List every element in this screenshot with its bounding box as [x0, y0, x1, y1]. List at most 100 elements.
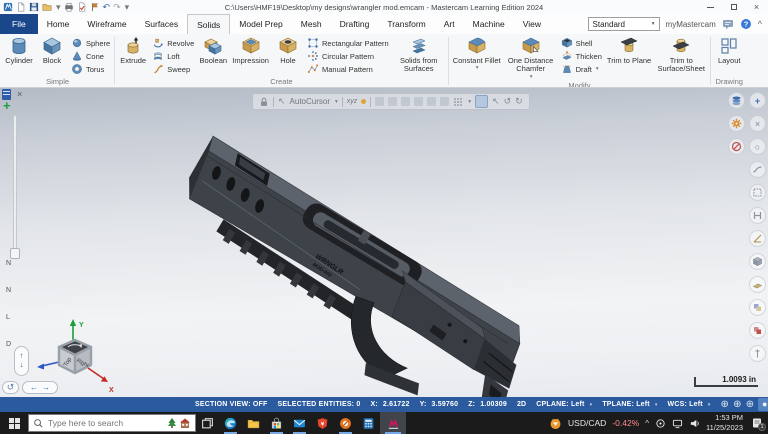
- brave-icon[interactable]: [311, 412, 334, 434]
- undo-icon[interactable]: ↶: [103, 2, 111, 12]
- blank-entity-button[interactable]: [728, 138, 745, 155]
- store-icon[interactable]: [265, 412, 288, 434]
- boolean-button[interactable]: Boolean: [197, 35, 229, 65]
- open-dropdown-caret[interactable]: ▾: [56, 2, 61, 12]
- constant-fillet-button[interactable]: Constant Fillet▾: [451, 35, 503, 72]
- impression-button[interactable]: Impression: [230, 35, 271, 65]
- tab-transform[interactable]: Transform: [378, 14, 434, 34]
- wireframe-globe-icon[interactable]: ⊕: [721, 400, 730, 410]
- handle-button[interactable]: [749, 207, 766, 224]
- selection-tool-icon[interactable]: [440, 97, 449, 106]
- iso-cube-button[interactable]: [749, 253, 766, 270]
- xyz-entry-button[interactable]: xyz: [347, 98, 358, 105]
- tab-file[interactable]: File: [0, 14, 38, 34]
- ticker-pair[interactable]: USD/CAD: [568, 418, 606, 428]
- thicken-button[interactable]: Thicken: [559, 50, 604, 62]
- layers-button[interactable]: [728, 92, 745, 109]
- pan-cursor-icon[interactable]: ↖: [492, 97, 500, 106]
- draft-button[interactable]: Draft▾: [559, 63, 604, 75]
- trim-to-surface-button[interactable]: Trim to Surface/Sheet: [654, 35, 708, 74]
- selection-tool-icon[interactable]: [388, 97, 397, 106]
- rotate-view-control[interactable]: ↺: [2, 381, 19, 394]
- block-button[interactable]: Block: [36, 35, 68, 65]
- cut-button[interactable]: ×: [749, 115, 766, 132]
- section-view-status[interactable]: SECTION VIEW: OFF: [195, 401, 268, 408]
- style-preset-combo[interactable]: Standard▾: [588, 17, 660, 31]
- hidden-icons-chevron[interactable]: ^: [645, 419, 649, 428]
- tab-mesh[interactable]: Mesh: [292, 14, 331, 34]
- help-icon[interactable]: ?: [740, 18, 752, 30]
- fast-point-icon[interactable]: [361, 99, 366, 104]
- selected-entities-status[interactable]: SELECTED ENTITIES: 0: [278, 401, 361, 408]
- copy-planes-button[interactable]: [749, 299, 766, 316]
- qat-customize-caret[interactable]: ▾: [125, 2, 130, 12]
- selection-tool-icon[interactable]: [375, 97, 384, 106]
- solids-from-surfaces-button[interactable]: Solids from Surfaces: [392, 35, 446, 74]
- pan-vertical-control[interactable]: ↑↓: [14, 346, 29, 376]
- view-cube-gnomon[interactable]: Y X Top Right: [28, 314, 124, 394]
- collapse-ribbon-caret[interactable]: ^: [758, 19, 762, 29]
- grid-icon[interactable]: [453, 97, 463, 107]
- edge-taskbar-icon[interactable]: [219, 412, 242, 434]
- tab-model-prep[interactable]: Model Prep: [230, 14, 291, 34]
- mail-icon[interactable]: [288, 412, 311, 434]
- tplane-selector[interactable]: TPLANE: Left▾: [602, 401, 657, 408]
- flag-icon[interactable]: [90, 2, 100, 12]
- torus-button[interactable]: Torus: [69, 63, 112, 75]
- one-distance-chamfer-button[interactable]: One Distance Chamfer▾: [504, 35, 558, 80]
- spline-button[interactable]: [749, 161, 766, 178]
- panel-tab-letter[interactable]: N: [6, 287, 11, 294]
- zoom-slider-thumb[interactable]: [10, 248, 20, 259]
- outline-globe-icon[interactable]: ⊕: [746, 400, 755, 410]
- tab-solids[interactable]: Solids: [187, 14, 230, 34]
- pin-scale-button[interactable]: [749, 345, 766, 362]
- open-file-icon[interactable]: [42, 2, 52, 12]
- blocked-app-icon[interactable]: [334, 412, 357, 434]
- edit-document-icon[interactable]: [77, 2, 87, 12]
- autocursor-label[interactable]: AutoCursor: [290, 97, 330, 106]
- hole-button[interactable]: Hole: [272, 35, 304, 65]
- minimize-button[interactable]: [699, 0, 722, 14]
- sweep-button[interactable]: Sweep: [150, 63, 196, 75]
- save-icon[interactable]: [29, 2, 39, 12]
- sheet-button[interactable]: [749, 276, 766, 293]
- graphics-viewport[interactable]: WRNGLR MOD-002 ↖ AutoCursor ▾ xyz ▾: [0, 88, 768, 397]
- calculator-icon[interactable]: [357, 412, 380, 434]
- lock-icon[interactable]: [259, 97, 269, 107]
- trim-to-plane-button[interactable]: Trim to Plane: [605, 35, 653, 65]
- circle-select-button[interactable]: ○: [749, 138, 766, 155]
- cylinder-button[interactable]: Cylinder: [3, 35, 35, 65]
- print-icon[interactable]: [64, 2, 74, 12]
- tab-surfaces[interactable]: Surfaces: [136, 14, 188, 34]
- tab-machine[interactable]: Machine: [464, 14, 514, 34]
- hidden-globe-icon[interactable]: ⊕: [733, 400, 742, 410]
- measure-button[interactable]: [749, 230, 766, 247]
- new-file-icon[interactable]: [16, 2, 26, 12]
- rotate-cw-icon[interactable]: ↻: [515, 97, 523, 106]
- feedback-icon[interactable]: [722, 18, 734, 30]
- task-view-button[interactable]: [196, 412, 219, 434]
- panel-close-icon[interactable]: ×: [17, 89, 22, 99]
- maximize-button[interactable]: [722, 0, 745, 14]
- file-explorer-icon[interactable]: [242, 412, 265, 434]
- cplane-selector[interactable]: CPLANE: Left▾: [536, 401, 592, 408]
- start-button[interactable]: [0, 412, 28, 434]
- ticker-change[interactable]: -0.42%: [612, 418, 639, 428]
- network-icon[interactable]: [672, 418, 683, 429]
- add-button[interactable]: +: [749, 92, 766, 109]
- window-select-button[interactable]: [749, 184, 766, 201]
- panel-tab-letter[interactable]: N: [6, 260, 11, 267]
- tab-art[interactable]: Art: [435, 14, 464, 34]
- selection-tool-icon[interactable]: [401, 97, 410, 106]
- dropdown-caret[interactable]: ▾: [476, 65, 479, 71]
- copy-planes-red-button[interactable]: [749, 322, 766, 339]
- layout-button[interactable]: Layout: [713, 35, 745, 65]
- extrude-button[interactable]: Extrude: [117, 35, 149, 65]
- manual-pattern-button[interactable]: Manual Pattern: [305, 63, 391, 75]
- selection-tool-icon[interactable]: [414, 97, 423, 106]
- zoom-slider-track[interactable]: [13, 115, 17, 258]
- cone-button[interactable]: Cone: [69, 50, 112, 62]
- wcs-selector[interactable]: WCS: Left▾: [668, 401, 711, 408]
- action-center-button[interactable]: 1: [751, 417, 763, 429]
- panel-tab-letter[interactable]: D: [6, 341, 11, 348]
